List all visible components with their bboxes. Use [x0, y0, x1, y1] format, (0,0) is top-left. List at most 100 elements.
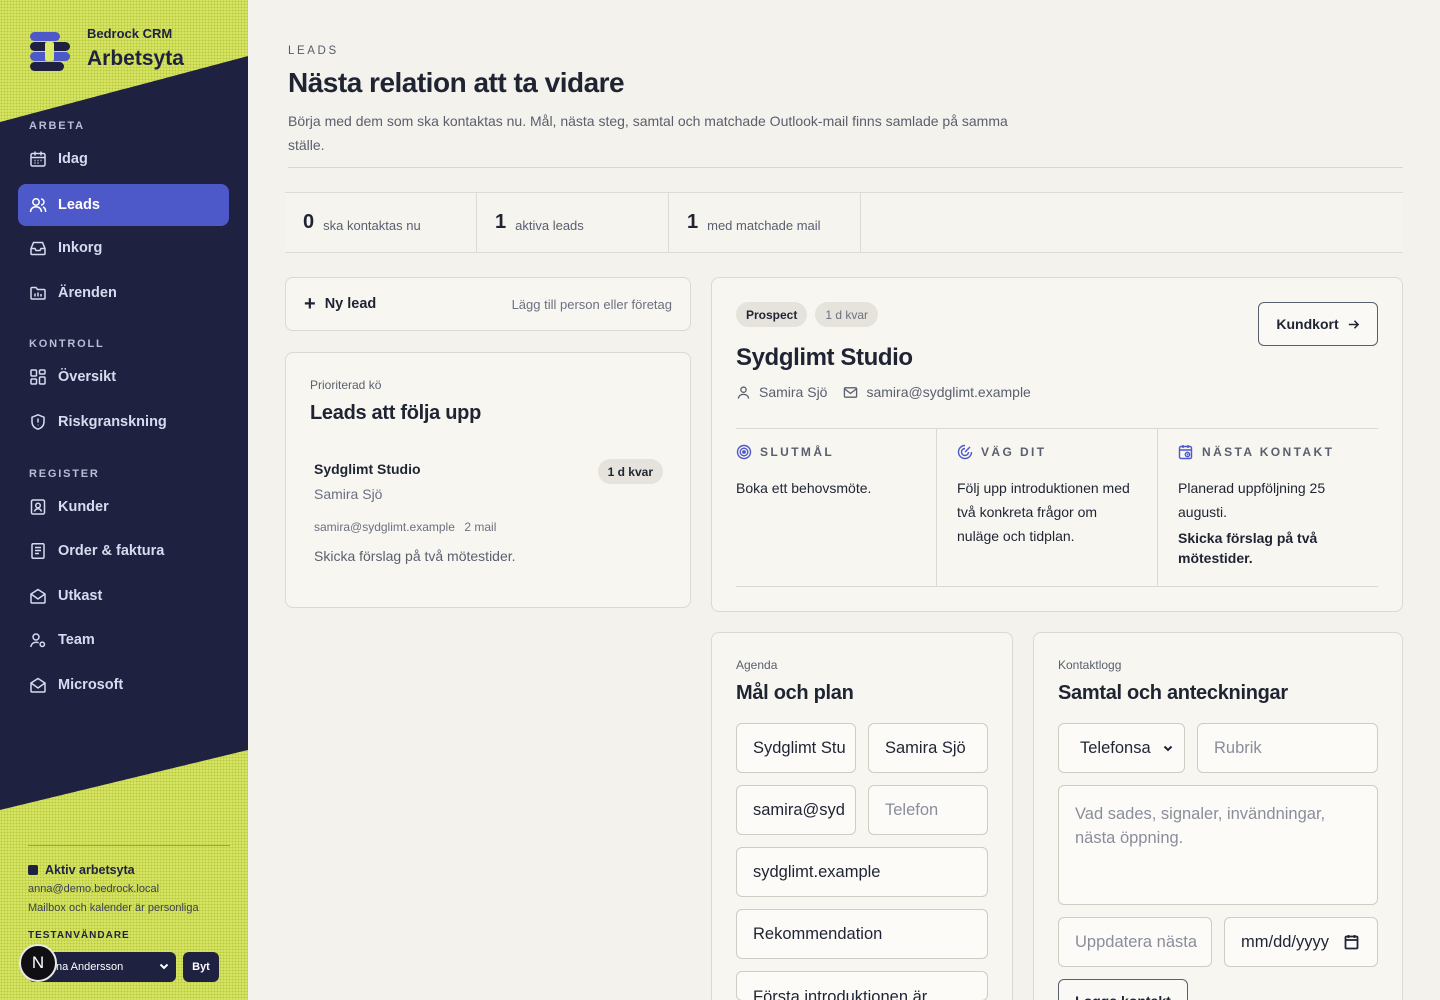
sidebar-item-oversikt[interactable]: Översikt [18, 356, 229, 398]
test-user-label: TESTANVÄNDARE [28, 930, 130, 941]
stat-label: med matchade mail [707, 218, 821, 233]
stat-value: 1 [687, 211, 699, 233]
users-icon [29, 198, 47, 213]
switch-user-button[interactable]: Byt [183, 952, 219, 982]
queue-title: Leads att följa upp [310, 402, 481, 424]
contact-email[interactable]: samira@sydglimt.example [866, 384, 1030, 400]
agenda-eyebrow: Agenda [736, 658, 778, 672]
goal-header: SLUTMÅL [736, 444, 936, 460]
sidebar-item-kunder[interactable]: Kunder [18, 486, 229, 528]
next-contact-planned: Planerad uppföljning 25 augusti. [1178, 480, 1326, 520]
subject-field[interactable]: Rubrik [1197, 723, 1378, 773]
team-icon [30, 633, 46, 648]
due-badge: 1 d kvar [597, 459, 663, 484]
sidebar-item-team[interactable]: Team [18, 619, 229, 661]
contact-card-icon [30, 499, 46, 515]
goal-column: SLUTMÅL Boka ett behovsmöte. [736, 429, 936, 586]
path-header: VÄG DIT [957, 444, 1157, 460]
brand-subtitle: Bedrock CRM [87, 26, 173, 41]
next-contact-header-label: NÄSTA KONTAKT [1202, 445, 1335, 459]
avatar[interactable]: N [19, 944, 57, 982]
stat-contact-now[interactable]: 0 ska kontaktas nu [285, 193, 477, 252]
folder-icon [30, 286, 46, 300]
main-content: LEADS Nästa relation att ta vidare Börja… [248, 0, 1440, 1000]
sidebar-item-inkorg[interactable]: Inkorg [18, 227, 229, 269]
nav-section-kontroll: KONTROLL [29, 338, 105, 350]
workspace-status-label: Aktiv arbetsyta [45, 863, 135, 877]
source-field[interactable]: Rekommendation [736, 909, 988, 959]
lead-mail-row: samira@sydglimt.example 2 mail [314, 518, 496, 536]
phone-field[interactable]: Telefon [868, 785, 988, 835]
notes-textarea[interactable]: Vad sades, signaler, invändningar, nästa… [1058, 785, 1378, 905]
lead-email: samira@sydglimt.example [314, 520, 455, 534]
sidebar-item-label: Inkorg [58, 240, 103, 256]
sidebar-item-label: Ärenden [58, 285, 117, 301]
logo-icon [30, 32, 70, 72]
path-text: Följ upp introduktionen med två konkreta… [957, 480, 1130, 544]
path-column: VÄG DIT Följ upp introduktionen med två … [936, 429, 1157, 586]
sidebar-item-label: Kunder [58, 499, 109, 515]
sidebar-item-idag[interactable]: Idag [18, 138, 229, 180]
customer-card-label: Kundkort [1276, 316, 1339, 332]
sidebar-item-riskgranskning[interactable]: Riskgranskning [18, 401, 229, 443]
mail-count: 2 mail [464, 520, 497, 534]
agenda-title: Mål och plan [736, 682, 854, 704]
sidebar-item-label: Team [58, 632, 95, 648]
agenda-panel: Agenda Mål och plan Sydglimt Stu Samira … [711, 632, 1013, 1000]
person-icon [737, 385, 750, 399]
lead-queue: Prioriterad kö Leads att följa upp Sydgl… [285, 352, 691, 608]
sidebar-item-arenden[interactable]: Ärenden [18, 272, 229, 314]
sidebar-item-label: Order & faktura [58, 543, 165, 559]
shield-icon [31, 413, 45, 430]
sidebar-item-label: Leads [58, 197, 100, 213]
nav-section-register: REGISTER [29, 468, 100, 480]
sidebar-item-label: Översikt [58, 369, 117, 385]
sidebar-item-order-faktura[interactable]: Order & faktura [18, 530, 229, 572]
lead-detail: Prospect 1 d kvar Kundkort Sydglimt Stud… [711, 277, 1403, 612]
contact-type-select[interactable]: Telefonsa [1058, 723, 1185, 773]
plan-columns: SLUTMÅL Boka ett behovsmöte. VÄG DIT Föl… [736, 428, 1378, 587]
person-field[interactable]: Samira Sjö [868, 723, 988, 773]
next-step-field[interactable]: Uppdatera nästa [1058, 917, 1212, 967]
divider [28, 845, 230, 846]
status-badge: Prospect [736, 302, 808, 327]
sidebar-item-label: Idag [58, 151, 88, 167]
contact-log-panel: Kontaktlogg Samtal och anteckningar Tele… [1033, 632, 1403, 1000]
company-field[interactable]: Sydglimt Stu [736, 723, 856, 773]
date-field[interactable]: mm/dd/yyyy [1224, 917, 1378, 967]
log-contact-button[interactable]: Logga kontakt [1058, 979, 1188, 1000]
stat-active-leads[interactable]: 1 aktiva leads [477, 193, 669, 252]
list-item[interactable]: Sydglimt Studio Samira Sjö 1 d kvar sami… [314, 457, 664, 567]
workspace-note: Mailbox och kalender är personliga [28, 902, 199, 914]
lead-company: Sydglimt Studio [314, 461, 421, 477]
customer-card-button[interactable]: Kundkort [1258, 302, 1378, 346]
new-lead-button[interactable]: + Ny lead Lägg till person eller företag [285, 277, 691, 331]
divider [288, 167, 1403, 168]
calendar-clock-icon [1178, 445, 1193, 460]
plus-icon: + [304, 292, 316, 315]
workspace-email: anna@demo.bedrock.local [28, 883, 160, 895]
sidebar-item-label: Riskgranskning [58, 414, 167, 430]
sidebar-item-microsoft[interactable]: Microsoft [18, 664, 229, 706]
page-description: Börja med dem som ska kontaktas nu. Mål,… [288, 113, 1008, 153]
goal-field[interactable]: Första introduktionen är [736, 971, 988, 1000]
queue-eyebrow: Prioriterad kö [310, 378, 382, 392]
sidebar-item-leads[interactable]: Leads [18, 184, 229, 226]
calendar-icon[interactable] [1344, 934, 1359, 950]
domain-field[interactable]: sydglimt.example [736, 847, 988, 897]
inbox-icon [30, 241, 46, 256]
brand[interactable]: Bedrock CRM Arbetsyta [30, 26, 184, 72]
sidebar-item-utkast[interactable]: Utkast [18, 575, 229, 617]
radar-icon [957, 444, 973, 460]
lead-person: Samira Sjö [314, 486, 383, 502]
stat-matched-mail[interactable]: 1 med matchade mail [669, 193, 861, 252]
stat-value: 0 [303, 211, 315, 233]
status-dot-icon [28, 865, 38, 875]
stat-value: 1 [495, 211, 507, 233]
contact-log-title: Samtal och anteckningar [1058, 682, 1288, 704]
stat-label: ska kontaktas nu [323, 218, 421, 233]
contact-row: Samira Sjö samira@sydglimt.example [736, 384, 1031, 400]
workspace-status: Aktiv arbetsyta [28, 863, 135, 877]
email-field[interactable]: samira@syd [736, 785, 856, 835]
chevron-down-icon [1163, 745, 1173, 752]
